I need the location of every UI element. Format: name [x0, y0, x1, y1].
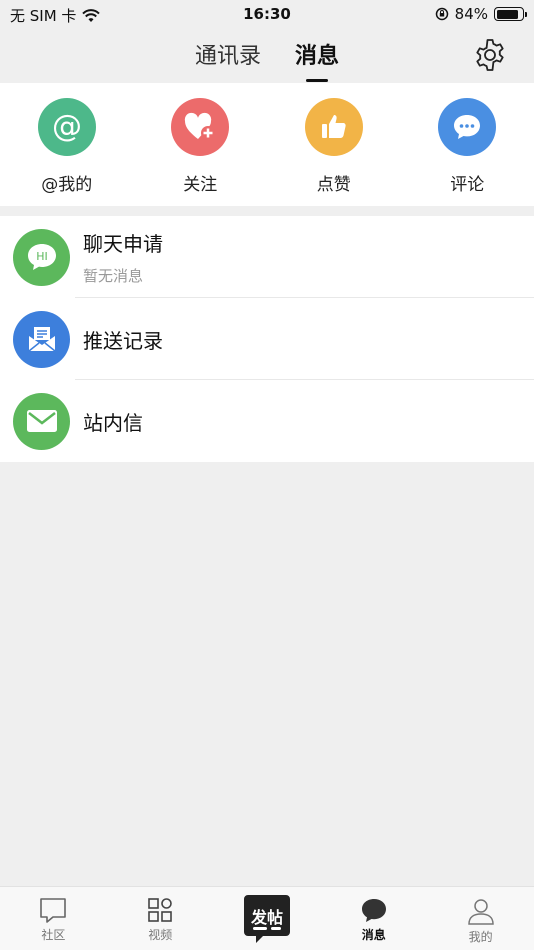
thumbs-up-icon	[304, 98, 363, 156]
quick-action-at-me[interactable]: @ @我的	[0, 83, 134, 206]
heart-plus-icon	[171, 98, 230, 156]
nav-label: 我的	[468, 930, 493, 944]
status-right: 84%	[435, 5, 527, 23]
post-button[interactable]: 发帖	[243, 894, 291, 944]
svg-text:HI: HI	[36, 250, 48, 263]
comment-icon	[438, 98, 497, 156]
status-bar: 无 SIM 卡 16:30 84%	[0, 0, 534, 28]
list-item-text: 站内信	[83, 407, 143, 436]
profile-icon	[467, 899, 494, 925]
post-button-label: 发帖	[250, 908, 283, 927]
list-item-title: 推送记录	[83, 328, 163, 353]
quick-action-like[interactable]: 点赞	[267, 83, 401, 206]
nav-label: 消息	[361, 928, 386, 942]
list-item-push-record[interactable]: 推送记录	[0, 298, 534, 380]
quick-action-label: @我的	[41, 175, 93, 195]
list-item-subtitle: 暂无消息	[83, 267, 144, 285]
community-icon	[40, 898, 67, 923]
video-grid-icon	[148, 898, 172, 922]
nav-video[interactable]: 视频	[107, 887, 214, 950]
gear-icon[interactable]	[472, 37, 508, 73]
list-item-title: 站内信	[83, 410, 143, 435]
list-item-text: 推送记录	[83, 325, 163, 354]
battery-icon	[494, 7, 527, 21]
list-item-text: 聊天申请 暂无消息	[83, 228, 163, 286]
battery-fill	[496, 9, 518, 19]
tab-contacts[interactable]: 通讯录	[195, 38, 261, 78]
svg-text:@: @	[52, 109, 82, 144]
list-item-chat-request[interactable]: HI 聊天申请 暂无消息	[0, 216, 534, 298]
nav-label: 视频	[148, 928, 173, 942]
push-record-icon	[13, 310, 70, 368]
mail-icon	[13, 392, 70, 450]
nav-messages[interactable]: 消息	[320, 887, 427, 950]
hi-chat-icon: HI	[13, 228, 70, 286]
message-list: HI 聊天申请 暂无消息 推送记录 站内信	[0, 216, 534, 462]
quick-action-comment[interactable]: 评论	[401, 83, 534, 206]
quick-action-label: 评论	[450, 175, 485, 195]
quick-action-label: 点赞	[316, 175, 351, 195]
at-icon: @	[37, 98, 96, 156]
list-item-title: 聊天申请	[83, 232, 163, 256]
rotation-lock-icon	[435, 7, 448, 21]
header-tabs: 通讯录 消息	[0, 38, 534, 78]
quick-action-label: 关注	[183, 175, 218, 195]
quick-actions: @ @我的 关注 点赞 评论	[0, 83, 534, 206]
battery-percent: 84%	[454, 5, 488, 23]
nav-label: 社区	[41, 928, 66, 942]
nav-community[interactable]: 社区	[0, 887, 107, 950]
quick-action-follow[interactable]: 关注	[134, 83, 268, 206]
tab-messages[interactable]: 消息	[295, 38, 339, 78]
nav-profile[interactable]: 我的	[427, 887, 534, 950]
header: 通讯录 消息	[0, 28, 534, 83]
list-item-site-mail[interactable]: 站内信	[0, 380, 534, 462]
message-icon	[361, 899, 386, 922]
